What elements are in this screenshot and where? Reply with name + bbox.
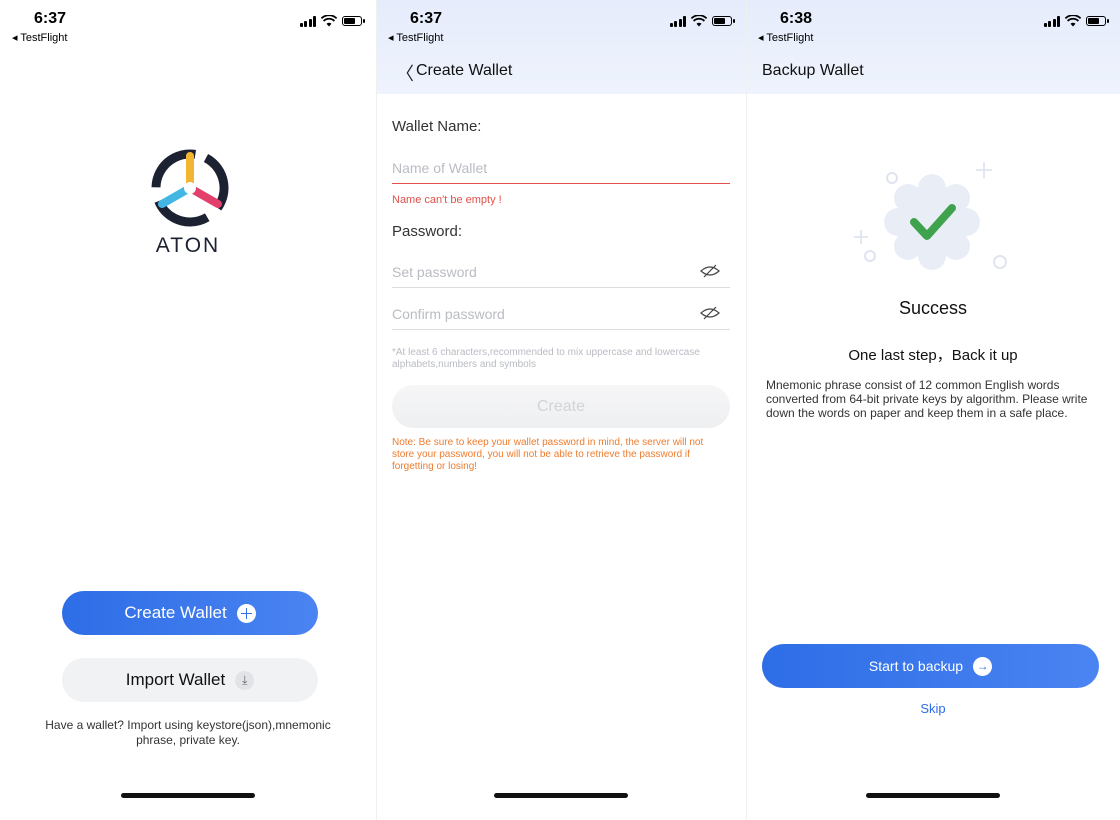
screen-divider [376, 0, 377, 820]
last-step-text: One last step，Back it up [848, 347, 1018, 364]
status-icons [299, 14, 365, 28]
status-bar: 6:37 ◂ TestFlight [376, 0, 746, 48]
set-password-field[interactable] [392, 256, 730, 288]
import-wallet-button[interactable]: Import Wallet ⤓ [62, 658, 318, 702]
skip-link[interactable]: Skip [746, 701, 1120, 716]
import-hint-text: Have a wallet? Import using keystore(jso… [45, 718, 331, 747]
download-icon: ⤓ [235, 670, 255, 690]
confirm-password-field[interactable] [392, 298, 730, 330]
wifi-icon [321, 15, 337, 27]
password-note: Note: Be sure to keep your wallet passwo… [392, 437, 704, 472]
wallet-name-error: Name can't be empty ! [392, 194, 502, 206]
logo-text: ATON [155, 234, 221, 257]
create-wallet-label: Create Wallet [124, 603, 227, 622]
eye-off-icon[interactable] [700, 306, 720, 320]
confirm-password-input[interactable] [392, 298, 730, 329]
set-password-input[interactable] [392, 256, 730, 287]
backup-wallet-screen: 6:38 ◂ TestFlight Backup Wallet Success … [746, 0, 1120, 820]
status-bar: 6:37 ◂ TestFlight [0, 0, 376, 48]
signal-icon [299, 15, 316, 27]
start-backup-button[interactable]: Start to backup → [762, 644, 1099, 688]
success-title: Success [898, 298, 968, 318]
password-label: Password: [392, 223, 463, 240]
home-indicator[interactable] [494, 793, 628, 798]
back-to-testflight-link[interactable]: ◂ TestFlight [12, 31, 67, 44]
battery-icon [1086, 16, 1109, 26]
success-check-icon [854, 162, 1007, 270]
create-wallet-screen: 6:37 ◂ TestFlight 〈 Create Wallet Wallet… [376, 0, 746, 820]
eye-off-icon[interactable] [700, 264, 720, 278]
status-time: 6:37 [410, 10, 443, 27]
battery-icon [342, 16, 365, 26]
screens-container: 6:37 ◂ TestFlight ATON Create Wallet Imp… [0, 0, 1120, 820]
status-icons [1043, 14, 1109, 28]
plus-circle-icon [236, 603, 256, 623]
chevron-left-icon[interactable]: 〈 [396, 60, 414, 86]
status-time: 6:38 [780, 10, 813, 27]
page-title: Backup Wallet [762, 62, 864, 79]
mnemonic-description: Mnemonic phrase consist of 12 common Eng… [766, 378, 1088, 420]
home-indicator[interactable] [866, 793, 1000, 798]
create-button[interactable]: Create [392, 385, 730, 428]
wallet-name-input[interactable] [392, 152, 730, 183]
signal-icon [669, 15, 686, 27]
status-time: 6:37 [34, 10, 67, 27]
status-icons [669, 14, 735, 28]
start-backup-label: Start to backup [868, 658, 964, 674]
signal-icon [1043, 15, 1060, 27]
wifi-icon [691, 15, 707, 27]
battery-icon [712, 16, 735, 26]
screen-divider [746, 0, 747, 820]
password-tip: *At least 6 characters,recommended to mi… [392, 347, 700, 370]
status-bar: 6:38 ◂ TestFlight [746, 0, 1120, 48]
wallet-name-field[interactable] [392, 152, 730, 184]
create-wallet-button[interactable]: Create Wallet [62, 591, 318, 635]
wallet-name-label: Wallet Name: [392, 118, 482, 135]
back-to-testflight-link[interactable]: ◂ TestFlight [758, 31, 813, 44]
back-to-testflight-link[interactable]: ◂ TestFlight [388, 31, 443, 44]
import-wallet-label: Import Wallet [125, 670, 226, 689]
arrow-right-icon: → [973, 656, 993, 676]
welcome-screen: 6:37 ◂ TestFlight ATON Create Wallet Imp… [0, 0, 376, 820]
aton-logo-icon [151, 149, 229, 227]
home-indicator[interactable] [121, 793, 255, 798]
wifi-icon [1065, 15, 1081, 27]
page-title: Create Wallet [416, 62, 513, 79]
